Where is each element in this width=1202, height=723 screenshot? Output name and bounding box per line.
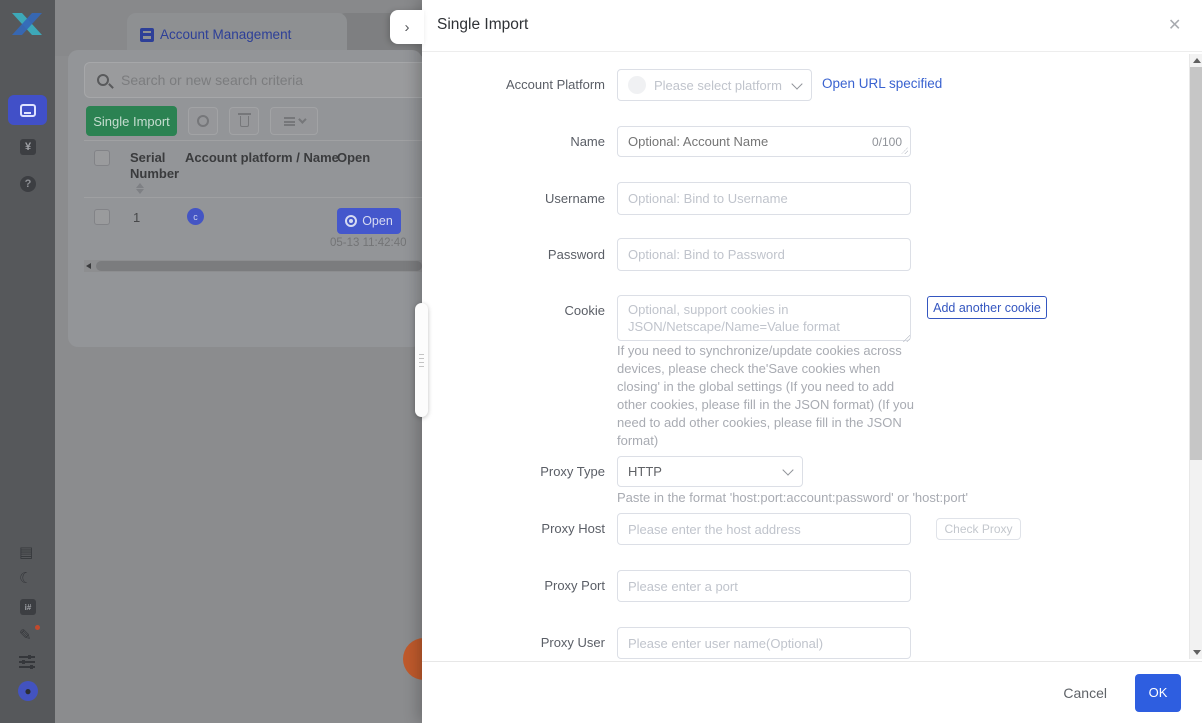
- open-url-link[interactable]: Open URL specified: [822, 76, 942, 91]
- scroll-thumb[interactable]: [1190, 67, 1202, 460]
- proxy-host-label: Proxy Host: [541, 521, 605, 536]
- resize-grip-handle[interactable]: [415, 303, 428, 417]
- language-icon[interactable]: i#: [20, 599, 36, 615]
- modal-footer: Cancel OK: [422, 661, 1202, 723]
- browser-icon: [345, 215, 358, 227]
- search-icon: [97, 74, 109, 86]
- proxy-type-label: Proxy Type: [540, 464, 605, 479]
- platform-select[interactable]: Please select platform: [617, 69, 812, 101]
- scroll-left-arrow-icon[interactable]: [86, 263, 91, 269]
- delete-button[interactable]: [229, 107, 259, 135]
- password-label: Password: [547, 247, 605, 262]
- close-icon[interactable]: ✕: [1168, 15, 1181, 35]
- chevron-down-icon: [791, 77, 803, 90]
- cookie-textarea[interactable]: [617, 295, 911, 341]
- sort-icon[interactable]: [136, 182, 144, 195]
- proxy-format-hint: Paste in the format 'host:port:account:p…: [617, 490, 968, 505]
- more-actions-dropdown[interactable]: [270, 107, 318, 135]
- cookie-help-text: If you need to synchronize/update cookie…: [617, 343, 914, 448]
- ok-button[interactable]: OK: [1135, 673, 1181, 712]
- tab-label: Account Management: [160, 27, 292, 42]
- table-header-top-border: [84, 140, 422, 141]
- search-bar[interactable]: Search or new search criteria: [84, 62, 440, 98]
- logs-icon[interactable]: ▤: [19, 545, 33, 560]
- trash-icon: [237, 112, 251, 127]
- name-input[interactable]: [628, 134, 872, 149]
- open-browser-button[interactable]: Open: [337, 208, 401, 234]
- modal-body: Account Platform Please select platform …: [422, 52, 1202, 661]
- chevron-down-icon: [782, 464, 794, 476]
- sidebar-item-accounts[interactable]: [8, 95, 47, 125]
- row-checkbox[interactable]: [94, 209, 110, 225]
- resize-handle-icon[interactable]: [903, 335, 910, 342]
- scroll-down-arrow-icon[interactable]: [1193, 650, 1201, 655]
- username-input[interactable]: [617, 182, 911, 215]
- dark-mode-icon[interactable]: ☾: [19, 571, 32, 586]
- account-platform-label: Account Platform: [506, 77, 605, 92]
- proxy-type-select[interactable]: HTTP: [617, 456, 803, 487]
- proxy-type-value: HTTP: [628, 464, 662, 479]
- proxy-user-input[interactable]: [617, 627, 911, 659]
- account-card-icon: [19, 103, 36, 117]
- open-button-label: Open: [362, 214, 393, 228]
- table-header-bottom-border: [84, 197, 422, 198]
- add-cookie-button[interactable]: Add another cookie: [927, 296, 1047, 319]
- account-tab-icon: [140, 27, 154, 42]
- settings-sliders-icon[interactable]: [19, 655, 35, 669]
- name-label: Name: [570, 134, 605, 149]
- proxy-user-label: Proxy User: [540, 635, 605, 650]
- platform-select-placeholder: Please select platform: [654, 77, 782, 93]
- chevron-right-icon: ›: [404, 18, 410, 36]
- refresh-icon: [197, 115, 209, 127]
- name-field-wrap: 0/100: [617, 126, 911, 157]
- platform-badge: c: [187, 208, 204, 225]
- select-all-checkbox[interactable]: [94, 150, 110, 166]
- modal-scrollbar[interactable]: [1189, 54, 1202, 659]
- feedback-pen-icon[interactable]: ✎: [19, 628, 32, 643]
- refresh-button[interactable]: [188, 107, 218, 135]
- notification-dot: [35, 625, 40, 630]
- single-import-modal: Single Import ✕ Account Platform Please …: [422, 0, 1202, 723]
- proxy-host-input[interactable]: [617, 513, 911, 545]
- proxy-port-label: Proxy Port: [544, 578, 605, 593]
- resize-handle-icon[interactable]: [901, 147, 908, 154]
- app-logo-icon: [12, 13, 42, 35]
- horizontal-scroll-thumb[interactable]: [96, 261, 422, 271]
- chevron-down-icon: [298, 115, 307, 124]
- sidebar: ¥ ? ▤ ☾ i# ✎ ●: [0, 0, 55, 723]
- cookie-label: Cookie: [564, 303, 605, 318]
- account-list-panel: Search or new search criteria Single Imp…: [68, 50, 440, 347]
- password-input[interactable]: [617, 238, 911, 271]
- tab-bar: Account Management: [55, 0, 450, 56]
- single-import-button[interactable]: Single Import: [86, 106, 177, 136]
- horizontal-scrollbar[interactable]: [84, 260, 422, 272]
- scroll-up-arrow-icon[interactable]: [1193, 58, 1201, 63]
- help-icon[interactable]: ?: [20, 176, 36, 192]
- username-label: Username: [545, 191, 605, 206]
- column-header-platform: Account platform / Name: [185, 150, 339, 165]
- billing-icon[interactable]: ¥: [20, 139, 36, 155]
- user-avatar[interactable]: ●: [18, 681, 38, 701]
- check-proxy-button[interactable]: Check Proxy: [936, 518, 1021, 540]
- list-icon: [284, 116, 295, 126]
- modal-title: Single Import: [437, 16, 529, 33]
- platform-avatar-placeholder: [628, 76, 646, 94]
- cell-serial: 1: [133, 210, 141, 225]
- proxy-port-input[interactable]: [617, 570, 911, 602]
- name-counter: 0/100: [871, 134, 902, 149]
- column-header-open: Open: [337, 150, 371, 165]
- search-placeholder: Search or new search criteria: [121, 72, 304, 88]
- last-open-timestamp: 05-13 11:42:40: [330, 237, 407, 249]
- cancel-button[interactable]: Cancel: [1063, 685, 1107, 701]
- column-header-serial: Serial Number: [130, 150, 180, 181]
- collapse-panel-button[interactable]: ›: [390, 10, 424, 44]
- modal-header: Single Import ✕: [422, 0, 1202, 52]
